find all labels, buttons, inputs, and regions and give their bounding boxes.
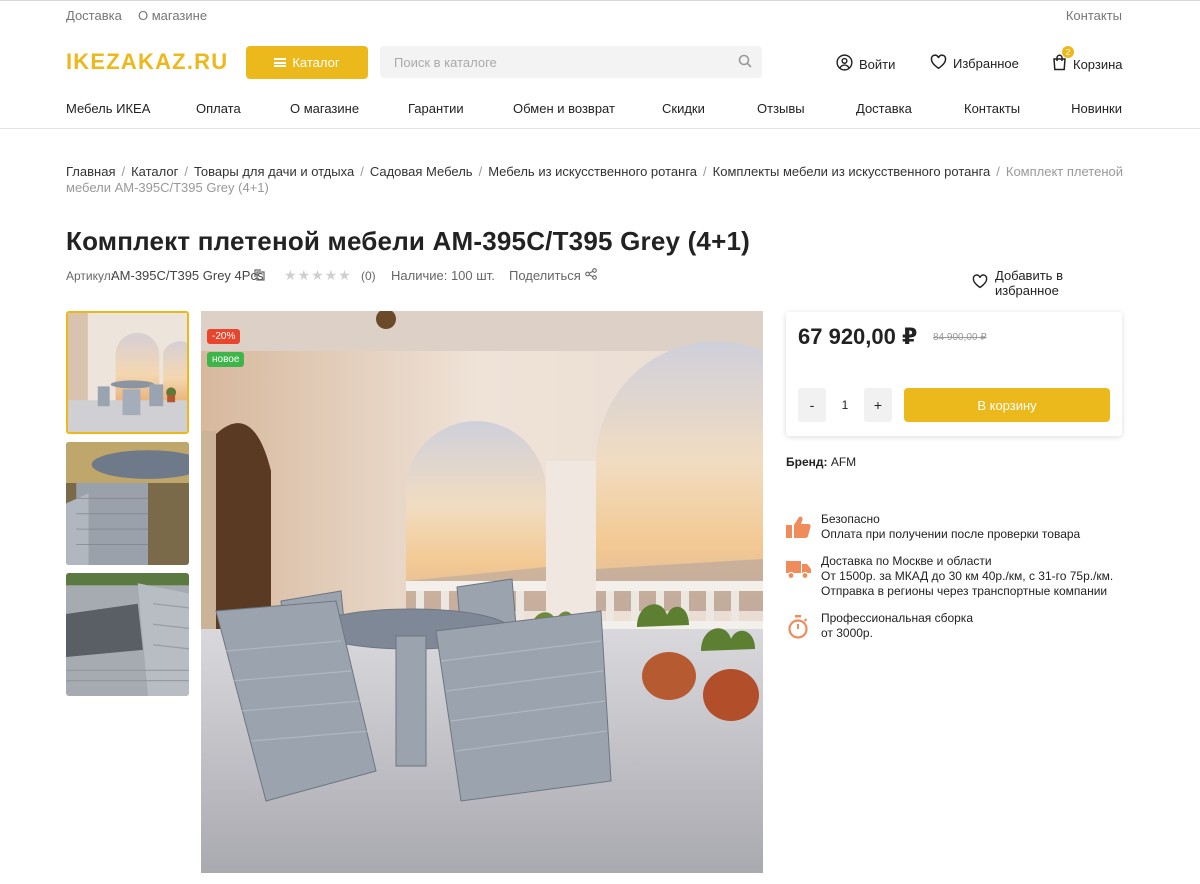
nav-item-exchange-return[interactable]: Обмен и возврат xyxy=(513,101,615,116)
breadcrumb-catalog[interactable]: Каталог xyxy=(131,164,178,179)
site-logo[interactable]: IKEZAKAZ.RU xyxy=(66,49,228,75)
discount-badge: -20% xyxy=(207,329,241,344)
cart-count-badge: 2 xyxy=(1062,46,1074,58)
heart-icon xyxy=(972,274,988,292)
search-box xyxy=(380,46,762,78)
feature-description: Оплата при получении после проверки това… xyxy=(821,527,1081,541)
user-icon xyxy=(836,54,853,74)
menu-icon xyxy=(274,58,287,67)
nav-item-guarantees[interactable]: Гарантии xyxy=(408,101,464,116)
sku-value: AM-395C/T395 Grey 4Pcs xyxy=(111,268,264,283)
product-thumbnail-2[interactable] xyxy=(66,442,189,565)
product-thumbnail-3[interactable] xyxy=(66,573,189,696)
add-to-favorites-label: Добавить в избранное xyxy=(995,268,1063,298)
nav-item-discounts[interactable]: Скидки xyxy=(662,101,705,116)
login-button[interactable]: Войти xyxy=(836,54,895,74)
stopwatch-icon xyxy=(787,615,809,643)
nav-item-contacts[interactable]: Контакты xyxy=(964,101,1020,116)
brand-row: Бренд: AFM xyxy=(786,455,856,469)
breadcrumb-garden-goods[interactable]: Товары для дачи и отдыха xyxy=(194,164,354,179)
sku-label: Артикул: xyxy=(66,269,115,283)
favorites-button[interactable]: Избранное xyxy=(930,54,1019,73)
top-link-contacts[interactable]: Контакты xyxy=(1066,8,1122,23)
breadcrumb-separator: / xyxy=(184,164,188,179)
nav-item-about[interactable]: О магазине xyxy=(290,101,359,116)
nav-item-payment[interactable]: Оплата xyxy=(196,101,241,116)
quantity-decrease-button[interactable]: - xyxy=(798,388,826,422)
share-label: Поделиться xyxy=(509,268,581,283)
brand-label: Бренд: xyxy=(786,455,828,469)
product-meta: Артикул: AM-395C/T395 Grey 4Pcs ★★★★★ (0… xyxy=(66,267,1124,298)
quantity-increase-button[interactable]: + xyxy=(864,388,892,422)
feature-title: Доставка по Москве и области xyxy=(821,554,992,568)
breadcrumb-home[interactable]: Главная xyxy=(66,164,115,179)
breadcrumb-separator: / xyxy=(121,164,126,179)
nav-item-delivery[interactable]: Доставка xyxy=(856,101,912,116)
breadcrumb-rattan-furniture[interactable]: Мебель из искусственного ротанга xyxy=(488,164,697,179)
share-button[interactable]: Поделиться xyxy=(509,268,597,283)
shopping-bag-icon: 2 xyxy=(1052,46,1074,74)
search-input[interactable] xyxy=(380,46,762,78)
product-thumbnail-1[interactable] xyxy=(66,311,189,434)
feature-title: Профессиональная сборка xyxy=(821,611,973,625)
share-icon xyxy=(584,268,597,283)
availability: Наличие: 100 шт. xyxy=(391,268,495,283)
brand-value[interactable]: AFM xyxy=(831,455,856,469)
heart-icon xyxy=(930,54,947,73)
breadcrumb-rattan-sets[interactable]: Комплекты мебели из искусственного ротан… xyxy=(713,164,991,179)
breadcrumb-separator: / xyxy=(360,164,364,179)
feature-description: Отправка в регионы через транспортные ко… xyxy=(821,584,1108,598)
copy-icon[interactable] xyxy=(254,269,265,284)
catalog-button[interactable]: Каталог xyxy=(246,46,368,79)
breadcrumb-garden-furniture[interactable]: Садовая Мебель xyxy=(370,164,473,179)
breadcrumb-separator: / xyxy=(478,164,483,179)
page-title: Комплект плетеной мебели AM-395C/T395 Gr… xyxy=(66,226,750,256)
catalog-button-label: Каталог xyxy=(292,55,340,70)
nav-item-ikea-furniture[interactable]: Мебель ИКЕА xyxy=(66,101,150,116)
header: IKEZAKAZ.RU Каталог Войти Избранное 2 Ко… xyxy=(0,29,1200,91)
breadcrumb-separator: / xyxy=(703,164,707,179)
cart-button[interactable]: 2 Корзина xyxy=(1052,46,1123,74)
add-to-cart-button[interactable]: В корзину xyxy=(904,388,1110,422)
reviews-count[interactable]: (0) xyxy=(361,269,376,283)
nav-item-reviews[interactable]: Отзывы xyxy=(757,101,805,116)
main-nav: Мебель ИКЕА Оплата О магазине Гарантии О… xyxy=(0,91,1200,129)
top-link-delivery[interactable]: Доставка xyxy=(66,8,122,23)
top-link-about[interactable]: О магазине xyxy=(138,8,207,23)
feature-description: От 1500р. за МКАД до 30 км 40р./км, с 31… xyxy=(821,569,1114,583)
new-badge: новое xyxy=(207,352,245,367)
product-main-image[interactable]: -20% новое xyxy=(201,311,763,873)
breadcrumb: Главная / Каталог / Товары для дачи и отдыха… xyxy=(66,164,1126,196)
top-bar: Доставка О магазине Контакты xyxy=(0,1,1200,29)
price-card: 67 920,00 ₽ 84 900,00 ₽ - 1 + В корзину xyxy=(786,312,1122,436)
favorites-label: Избранное xyxy=(953,56,1019,71)
current-price: 67 920,00 ₽ xyxy=(798,324,918,349)
login-label: Войти xyxy=(859,56,896,72)
nav-item-new[interactable]: Новинки xyxy=(1071,101,1122,116)
truck-icon xyxy=(786,561,811,583)
product-photo xyxy=(201,311,763,873)
breadcrumb-separator: / xyxy=(996,164,1000,179)
thumbs-up-icon xyxy=(786,516,811,543)
rating-stars: ★★★★★ xyxy=(284,267,352,283)
quantity-field[interactable]: 1 xyxy=(832,388,858,422)
search-icon[interactable] xyxy=(738,54,752,71)
feature-title: Безопасно xyxy=(821,512,880,526)
feature-description: от 3000р. xyxy=(821,626,873,640)
add-to-favorites-button[interactable]: Добавить в избранное xyxy=(972,268,1124,298)
cart-label: Корзина xyxy=(1073,56,1123,72)
old-price: 84 900,00 ₽ xyxy=(933,332,987,343)
